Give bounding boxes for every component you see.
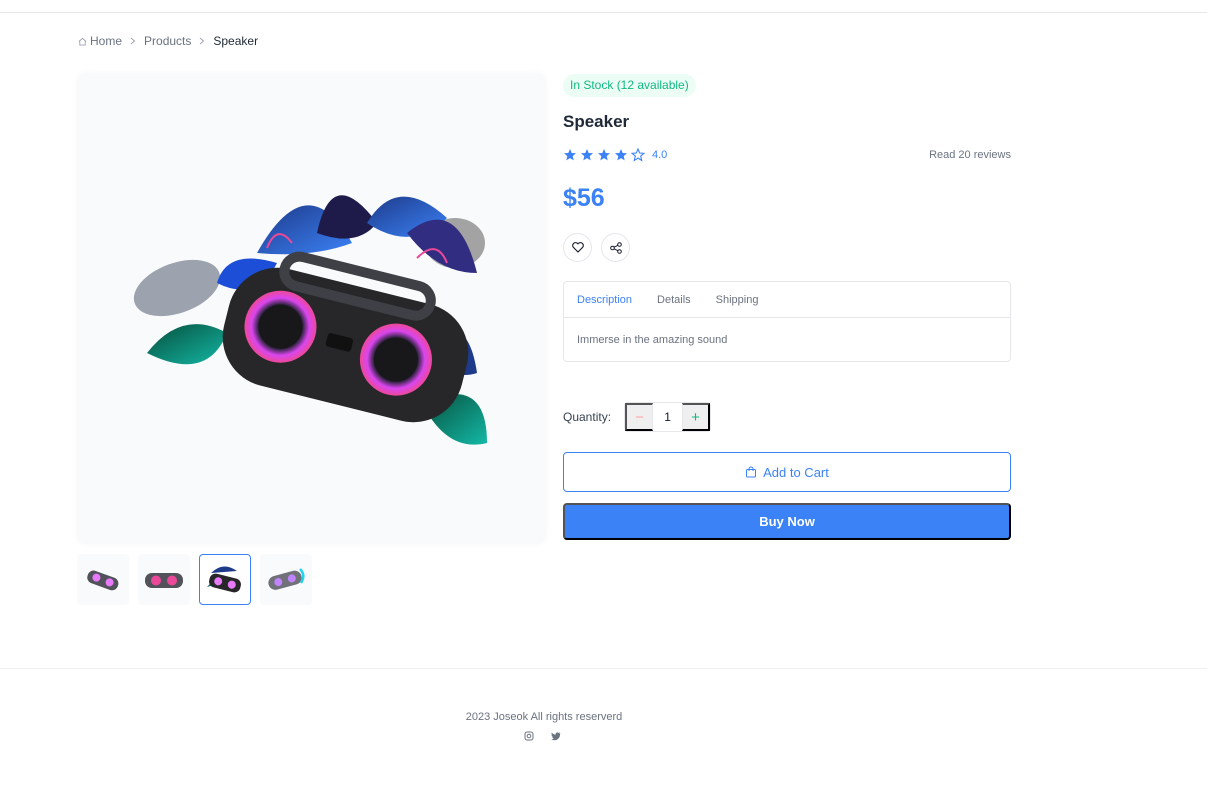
footer-divider <box>0 668 1207 669</box>
increase-quantity-button[interactable]: + <box>682 403 711 431</box>
product-main-image[interactable] <box>77 73 546 544</box>
quantity-row: Quantity: − 1 + <box>563 402 712 432</box>
tab-list: Description Details Shipping <box>564 282 1010 318</box>
thumbnail-3[interactable] <box>199 554 251 605</box>
speaker-image <box>133 195 487 445</box>
product-title: Speaker <box>563 112 630 131</box>
star-icon <box>631 148 645 162</box>
chevron-right-icon <box>122 37 144 45</box>
breadcrumb-home[interactable]: Home <box>78 34 122 48</box>
star-icon <box>563 148 577 162</box>
star-icon <box>597 148 611 162</box>
product-price: $56 <box>563 184 605 212</box>
heart-icon <box>571 242 584 253</box>
star-icon <box>614 148 628 162</box>
home-icon <box>78 37 87 46</box>
read-reviews-link[interactable]: Read 20 reviews <box>929 149 1011 161</box>
breadcrumb: Home Products Speaker <box>78 34 258 48</box>
product-info-tabs: Description Details Shipping Immerse in … <box>563 281 1011 362</box>
add-to-cart-button[interactable]: Add to Cart <box>563 452 1011 492</box>
share-button[interactable] <box>601 233 630 262</box>
breadcrumb-products[interactable]: Products <box>144 34 191 48</box>
footer-copyright: 2023 Joseok All rights reserverd <box>465 711 623 723</box>
tab-details[interactable]: Details <box>657 294 691 306</box>
quantity-stepper: − 1 + <box>624 402 712 432</box>
add-to-cart-label: Add to Cart <box>763 464 829 480</box>
rating-row: 4.0 Read 20 reviews <box>563 147 1011 163</box>
tab-description[interactable]: Description <box>577 294 632 306</box>
thumbnail-list <box>77 554 312 605</box>
share-icon <box>609 241 622 254</box>
buy-now-button[interactable]: Buy Now <box>563 503 1011 540</box>
thumbnail-4[interactable] <box>260 554 312 605</box>
breadcrumb-current: Speaker <box>213 34 259 48</box>
instagram-icon[interactable] <box>524 731 534 741</box>
thumbnail-1[interactable] <box>77 554 129 605</box>
wishlist-button[interactable] <box>563 233 592 262</box>
star-icon <box>580 148 594 162</box>
header-divider <box>0 12 1207 13</box>
quantity-value[interactable]: 1 <box>653 403 682 431</box>
rating-value: 4.0 <box>652 149 668 161</box>
social-links <box>524 731 561 741</box>
tab-shipping[interactable]: Shipping <box>716 294 759 306</box>
breadcrumb-home-label: Home <box>90 34 123 48</box>
star-rating <box>563 148 645 162</box>
chevron-right-icon <box>191 37 213 45</box>
decrease-quantity-button[interactable]: − <box>625 403 654 431</box>
thumbnail-2[interactable] <box>138 554 190 605</box>
stock-badge: In Stock (12 available) <box>563 74 696 97</box>
twitter-icon[interactable] <box>551 731 561 741</box>
tab-content: Immerse in the amazing sound <box>577 334 728 346</box>
shopping-bag-icon <box>745 466 757 478</box>
quantity-label: Quantity: <box>563 410 612 424</box>
